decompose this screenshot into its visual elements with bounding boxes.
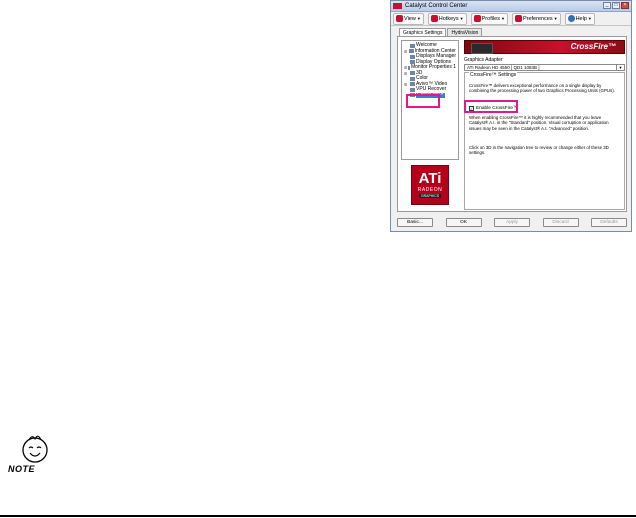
chevron-down-icon: ▼ (416, 16, 421, 21)
minimize-button[interactable]: _ (603, 2, 611, 9)
catalyst-ai-recommendation: When enabling CrossFire™ it is highly re… (469, 115, 609, 131)
chevron-down-icon: ▼ (459, 16, 464, 21)
settings-panel: Welcome ⊞ Information Center Displays Man… (397, 36, 627, 212)
ati-icon (396, 15, 403, 22)
banner-title: CrossFire™ (570, 42, 616, 51)
note-mascot-icon (22, 435, 48, 463)
ok-button[interactable]: OK (445, 218, 482, 227)
chevron-down-icon: ▼ (587, 16, 592, 21)
preferences-label: Preferences (522, 15, 553, 22)
catalyst-window: Catalyst Control Center _ □ × View ▼ Hot… (390, 0, 632, 232)
help-label: Help (575, 15, 587, 22)
ati-icon (514, 15, 522, 22)
3d-navigation-hint: Click on 3D in the navigation tree to re… (469, 145, 609, 156)
maximize-button[interactable]: □ (612, 2, 620, 9)
view-label: View (404, 15, 416, 22)
adapter-value: ATI Radeon HD 4550 [ QD1 1084B ] (467, 65, 540, 70)
ati-icon (430, 15, 438, 22)
basic-button[interactable]: Basic... (397, 218, 433, 227)
title-bar: Catalyst Control Center _ □ × (391, 1, 631, 12)
info-icon (409, 49, 414, 54)
apply-button[interactable]: Apply (494, 218, 530, 227)
hotkeys-label: Hotkeys (438, 15, 459, 22)
tree-item-monitor-properties[interactable]: ⊞ Monitor Properties 1 (404, 64, 456, 71)
logo-line: RADEON (417, 187, 443, 193)
chevron-down-icon: ▼ (553, 16, 558, 21)
logo-sub: GRAPHICS (418, 194, 442, 198)
page-bottom-rule (0, 515, 636, 517)
window-title: Catalyst Control Center (405, 3, 468, 9)
profiles-label: Profiles (481, 15, 500, 22)
note-callout: NOTE (6, 430, 58, 478)
help-menu-button[interactable]: Help ▼ (564, 12, 595, 25)
help-icon (567, 15, 575, 22)
hotkeys-menu-button[interactable]: Hotkeys ▼ (427, 12, 467, 25)
crossfire-settings-group: CrossFire™ Settings CrossFire™ delivers … (464, 72, 625, 210)
close-button[interactable]: × (621, 2, 629, 9)
profiles-menu-button[interactable]: Profiles ▼ (470, 12, 508, 25)
button-bar: Basic... OK Apply Discard Defaults (397, 218, 627, 228)
gpu-card-icon (471, 43, 493, 54)
chevron-down-icon: ▼ (500, 16, 505, 21)
settings-group-title: CrossFire™ Settings (469, 72, 518, 78)
crossfire-description: CrossFire™ delivers exceptional performa… (469, 83, 615, 94)
note-label: NOTE (8, 464, 36, 474)
ati-radeon-logo: ATi RADEON GRAPHICS (411, 165, 449, 205)
graphics-adapter-label: Graphics Adapter (464, 57, 503, 63)
defaults-button[interactable]: Defaults (591, 218, 627, 227)
logo-brand: ATi (418, 170, 442, 187)
crossfire-highlight-box (406, 94, 440, 108)
ati-app-icon (393, 3, 402, 9)
discard-button[interactable]: Discard (542, 218, 579, 227)
chevron-down-icon: ▼ (616, 65, 624, 70)
ati-icon (473, 15, 481, 22)
checkbox-highlight-box (464, 100, 518, 113)
recover-icon (410, 87, 415, 92)
monitor-icon (408, 65, 410, 70)
toolbar: View ▼ Hotkeys ▼ Profiles ▼ Preferences … (391, 12, 631, 26)
view-menu-button[interactable]: View ▼ (393, 12, 424, 25)
cube-icon (410, 71, 415, 76)
video-icon (410, 82, 415, 87)
crossfire-banner: CrossFire™ (464, 40, 625, 54)
preferences-menu-button[interactable]: Preferences ▼ (511, 12, 561, 25)
graphics-adapter-select[interactable]: ATI Radeon HD 4550 [ QD1 1084B ] ▼ (464, 64, 625, 71)
color-icon (410, 76, 415, 81)
display-icon (409, 54, 415, 59)
